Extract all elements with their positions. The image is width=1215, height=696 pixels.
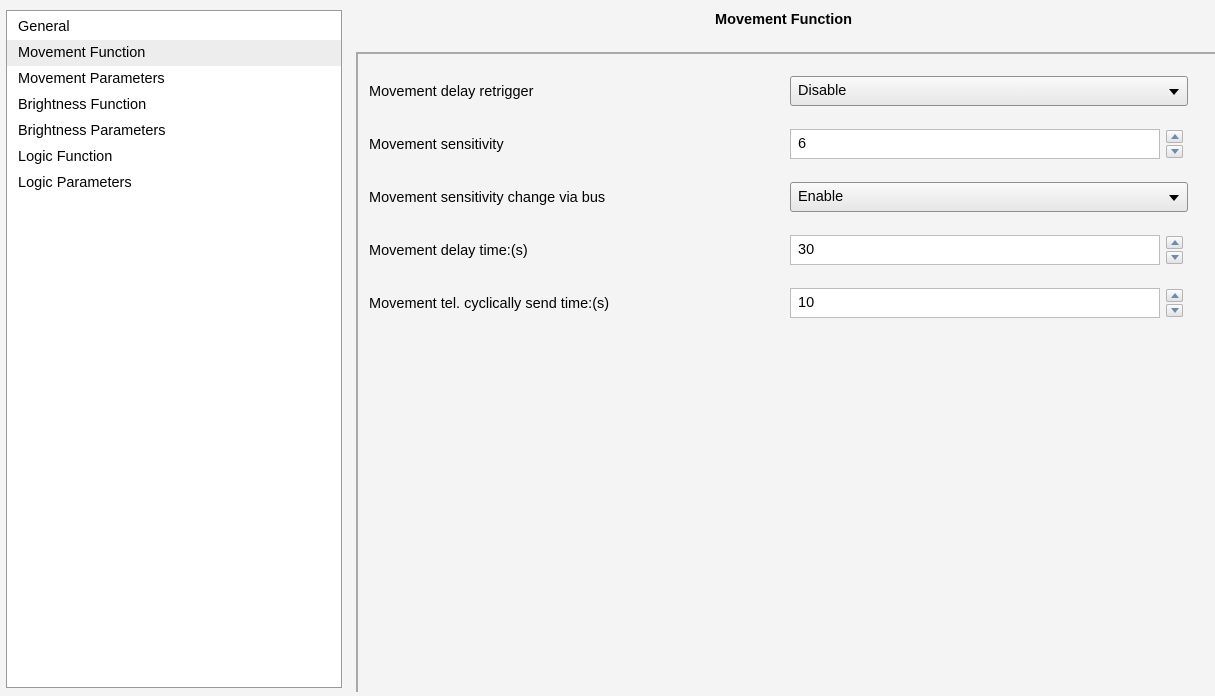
nav-item-movement-parameters[interactable]: Movement Parameters: [7, 66, 341, 92]
input-value: 10: [798, 295, 815, 311]
nav-item-brightness-function[interactable]: Brightness Function: [7, 92, 341, 118]
parameter-tree[interactable]: General Movement Function Movement Param…: [6, 10, 342, 688]
spin-up-button[interactable]: [1166, 130, 1183, 143]
delay-time-spinner[interactable]: [1166, 236, 1183, 264]
sensitivity-input[interactable]: 6: [790, 129, 1160, 159]
param-label: Movement sensitivity: [369, 137, 504, 153]
arrow-down-icon: [1171, 149, 1179, 154]
arrow-up-icon: [1171, 134, 1179, 139]
app-window: General Movement Function Movement Param…: [0, 0, 1215, 696]
cyclic-send-time-spinner[interactable]: [1166, 289, 1183, 317]
param-label: Movement sensitivity change via bus: [369, 190, 606, 206]
dropdown-value: Enable: [798, 189, 844, 205]
spin-down-button[interactable]: [1166, 251, 1183, 264]
page-title: Movement Function: [715, 12, 852, 28]
arrow-down-icon: [1171, 255, 1179, 260]
arrow-up-icon: [1171, 293, 1179, 298]
input-value: 30: [798, 242, 815, 258]
sensitivity-change-dropdown[interactable]: Enable: [790, 182, 1188, 212]
chevron-down-icon[interactable]: [1169, 89, 1179, 95]
param-row-delay-retrigger: Movement delay retrigger Disable: [358, 76, 1215, 110]
spin-down-button[interactable]: [1166, 304, 1183, 317]
param-row-cyclic-send-time: Movement tel. cyclically send time:(s) 1…: [358, 288, 1215, 322]
nav-item-logic-parameters[interactable]: Logic Parameters: [7, 170, 341, 196]
delay-time-input[interactable]: 30: [790, 235, 1160, 265]
cyclic-send-time-input[interactable]: 10: [790, 288, 1160, 318]
spin-up-button[interactable]: [1166, 236, 1183, 249]
dropdown-value: Disable: [798, 83, 847, 99]
arrow-down-icon: [1171, 308, 1179, 313]
param-row-sensitivity: Movement sensitivity 6: [358, 129, 1215, 163]
nav-item-general[interactable]: General: [7, 14, 341, 40]
spin-down-button[interactable]: [1166, 145, 1183, 158]
param-label: Movement delay time:(s): [369, 243, 528, 259]
param-row-delay-time: Movement delay time:(s) 30: [358, 235, 1215, 269]
nav-item-logic-function[interactable]: Logic Function: [7, 144, 341, 170]
delay-retrigger-dropdown[interactable]: Disable: [790, 76, 1188, 106]
param-label: Movement delay retrigger: [369, 84, 534, 100]
nav-item-brightness-parameters[interactable]: Brightness Parameters: [7, 118, 341, 144]
arrow-up-icon: [1171, 240, 1179, 245]
parameter-panel: Movement delay retrigger Disable Movemen…: [356, 52, 1215, 692]
param-row-sensitivity-change-via-bus: Movement sensitivity change via bus Enab…: [358, 182, 1215, 216]
spin-up-button[interactable]: [1166, 289, 1183, 302]
sensitivity-spinner[interactable]: [1166, 130, 1183, 158]
nav-item-movement-function[interactable]: Movement Function: [7, 40, 341, 66]
chevron-down-icon[interactable]: [1169, 195, 1179, 201]
input-value: 6: [798, 136, 807, 152]
param-label: Movement tel. cyclically send time:(s): [369, 296, 610, 312]
